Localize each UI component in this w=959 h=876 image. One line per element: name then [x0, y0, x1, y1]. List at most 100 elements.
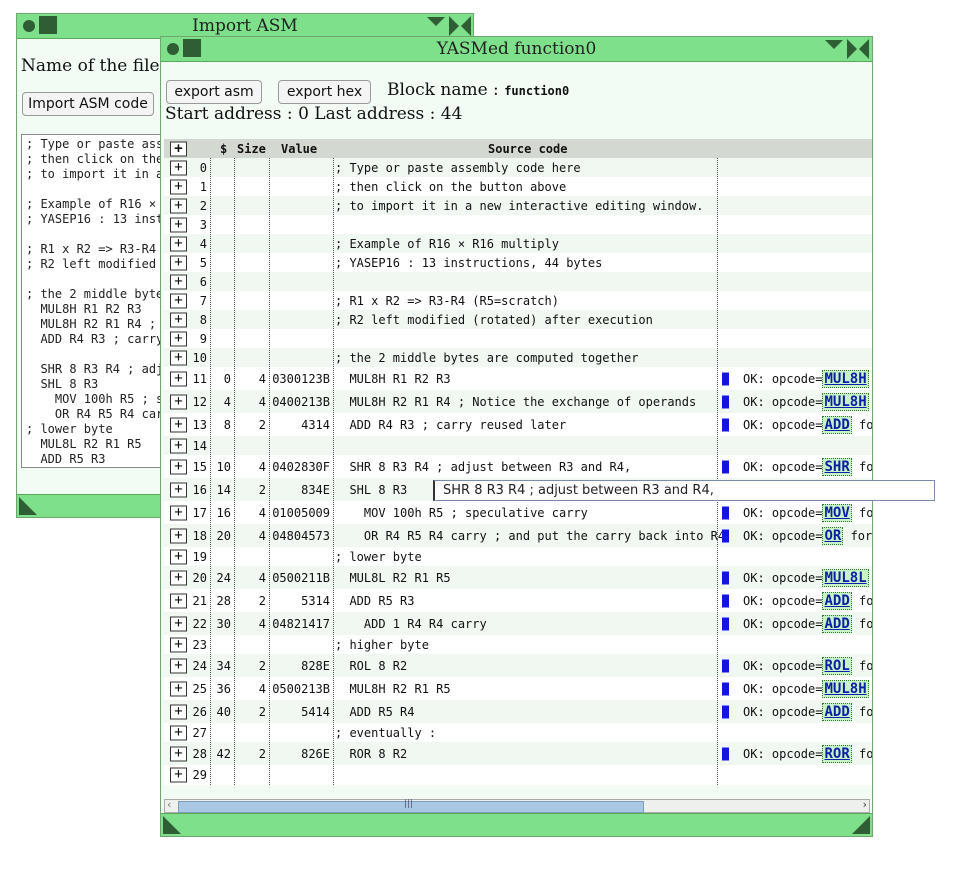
insert-row-button[interactable]: +	[170, 570, 187, 585]
insert-row-button[interactable]: +	[170, 658, 187, 673]
row-number: 20	[192, 570, 207, 585]
row-source[interactable]: SHL 8 R3	[335, 483, 407, 497]
resize-grip-icon[interactable]	[163, 816, 181, 834]
row-source[interactable]: ; Type or paste assembly code here	[335, 161, 581, 175]
row-source[interactable]: MUL8H R2 R1 R5	[335, 682, 450, 696]
table-row: +9	[164, 329, 872, 348]
insert-row-button[interactable]: +	[170, 593, 187, 608]
opcode-link[interactable]: MUL8H	[822, 392, 869, 411]
insert-row-button[interactable]: +	[170, 681, 187, 696]
row-source[interactable]: SHR 8 R3 R4 ; adjust between R3 and R4,	[335, 460, 631, 474]
insert-row-button[interactable]: +	[170, 160, 187, 175]
row-source[interactable]: ROR 8 R2	[335, 747, 407, 761]
minimize-icon[interactable]	[825, 40, 843, 49]
resize-grip-icon[interactable]	[852, 816, 870, 834]
scroll-left-icon[interactable]: ‹	[167, 798, 171, 811]
row-source[interactable]: ; lower byte	[335, 550, 422, 564]
row-source[interactable]: ; higher byte	[335, 638, 429, 652]
minimize-icon[interactable]	[427, 17, 445, 26]
export-asm-button[interactable]: export asm	[166, 80, 262, 104]
row-address: 14	[216, 482, 231, 497]
row-source[interactable]: ; R2 left modified (rotated) after execu…	[335, 313, 653, 327]
insert-row-button[interactable]: +	[170, 528, 187, 543]
insert-row-button[interactable]: +	[170, 704, 187, 719]
yasmed-titlebar[interactable]: YASMed function0	[161, 37, 872, 62]
insert-row-button[interactable]: +	[170, 417, 187, 432]
insert-row-button[interactable]: +	[170, 438, 187, 453]
insert-row-button[interactable]: +	[170, 293, 187, 308]
insert-row-button[interactable]: +	[170, 274, 187, 289]
row-source[interactable]: ; Example of R16 × R16 multiply	[335, 237, 559, 251]
row-source[interactable]: ROL 8 R2	[335, 659, 407, 673]
opcode-link[interactable]: OR	[822, 526, 844, 545]
row-source[interactable]: MUL8L R2 R1 R5	[335, 571, 450, 585]
opcode-link[interactable]: MOV	[822, 503, 852, 522]
insert-row-button[interactable]: +	[170, 236, 187, 251]
opcode-link[interactable]: SHR	[822, 457, 852, 476]
insert-row-button[interactable]: +	[170, 549, 187, 564]
asm-textarea[interactable]: ; Type or paste asse ; then click on the…	[21, 134, 173, 468]
insert-row-button[interactable]: +	[170, 371, 187, 386]
row-source[interactable]: ADD R4 R3 ; carry reused later	[335, 418, 566, 432]
status-text: OK: opcode= ADD fo	[743, 591, 872, 610]
opcode-link[interactable]: ADD	[822, 415, 852, 434]
horizontal-scrollbar[interactable]: ‹ ||| ›	[164, 798, 870, 813]
row-size: 4	[258, 681, 266, 696]
import-asm-button[interactable]: Import ASM code	[22, 92, 154, 116]
row-source[interactable]: ADD 1 R4 R4 carry	[335, 617, 487, 631]
opcode-link[interactable]: MUL8H	[822, 369, 869, 388]
row-address: 30	[216, 616, 231, 631]
insert-row-button[interactable]: +	[170, 179, 187, 194]
row-source[interactable]: MUL8H R2 R1 R4 ; Notice the exchange of …	[335, 395, 696, 409]
table-row: +17 16 4 01005009 MOV 100h R5 ; speculative…	[164, 501, 872, 524]
insert-row-button[interactable]: +	[170, 255, 187, 270]
insert-row-button[interactable]: +	[170, 505, 187, 520]
close-icon[interactable]	[847, 39, 869, 59]
insert-row-button[interactable]: +	[170, 459, 187, 474]
insert-row-button[interactable]: +	[170, 312, 187, 327]
table-row: +10 ; the 2 middle bytes are computed tog…	[164, 348, 872, 367]
row-source[interactable]: OR R4 R5 R4 carry ; and put the carry ba…	[335, 529, 725, 543]
export-hex-button[interactable]: export hex	[278, 80, 371, 104]
insert-row-button[interactable]: +	[170, 394, 187, 409]
col-dollar: $	[220, 142, 228, 156]
opcode-link[interactable]: ROR	[822, 744, 852, 763]
resize-grip-icon[interactable]	[19, 497, 37, 515]
scroll-thumb[interactable]: |||	[178, 799, 644, 813]
insert-row-button[interactable]: +	[170, 746, 187, 761]
row-source[interactable]: ; the 2 middle bytes are computed togeth…	[335, 351, 638, 365]
opcode-link[interactable]: ADD	[822, 591, 852, 610]
insert-row-button[interactable]: +	[170, 616, 187, 631]
opcode-link[interactable]: ADD	[822, 614, 852, 633]
scroll-right-icon[interactable]: ›	[863, 798, 867, 811]
row-source[interactable]: ; then click on the button above	[335, 180, 566, 194]
insert-row-button[interactable]: +	[170, 725, 187, 740]
opcode-link[interactable]: MUL8H	[822, 679, 869, 698]
inline-source-editor[interactable]	[433, 480, 935, 501]
opcode-link[interactable]: ADD	[822, 702, 852, 721]
row-source[interactable]: ADD R5 R4	[335, 705, 414, 719]
close-icon[interactable]	[449, 16, 471, 36]
row-source[interactable]: MOV 100h R5 ; speculative carry	[335, 506, 588, 520]
insert-row-button[interactable]: +	[170, 767, 187, 782]
table-row: +8 ; R2 left modified (rotated) after exe…	[164, 310, 872, 329]
insert-row-button[interactable]: +	[170, 198, 187, 213]
insert-row-button[interactable]: +	[170, 482, 187, 497]
status-tail: fo	[851, 658, 872, 673]
insert-row-button[interactable]: +	[170, 637, 187, 652]
row-source[interactable]: ; eventually :	[335, 726, 436, 740]
insert-row-button[interactable]: +	[170, 217, 187, 232]
row-source[interactable]: ; R1 x R2 => R3-R4 (R5=scratch)	[335, 294, 559, 308]
opcode-link[interactable]: ROL	[822, 656, 852, 675]
row-source[interactable]: ; to import it in a new interactive edit…	[335, 199, 703, 213]
row-source[interactable]: MUL8H R1 R2 R3	[335, 372, 450, 386]
table-row: +5 ; YASEP16 : 13 instructions, 44 bytes	[164, 253, 872, 272]
table-row: +27 ; eventually :	[164, 723, 872, 742]
row-source[interactable]: ADD R5 R3	[335, 594, 414, 608]
row-number: 2	[199, 198, 207, 213]
insert-row-button[interactable]: +	[170, 350, 187, 365]
insert-row-button[interactable]: +	[170, 331, 187, 346]
opcode-link[interactable]: MUL8L	[822, 568, 869, 587]
row-source[interactable]: ; YASEP16 : 13 instructions, 44 bytes	[335, 256, 602, 270]
insert-top-button[interactable]: +	[170, 141, 187, 156]
